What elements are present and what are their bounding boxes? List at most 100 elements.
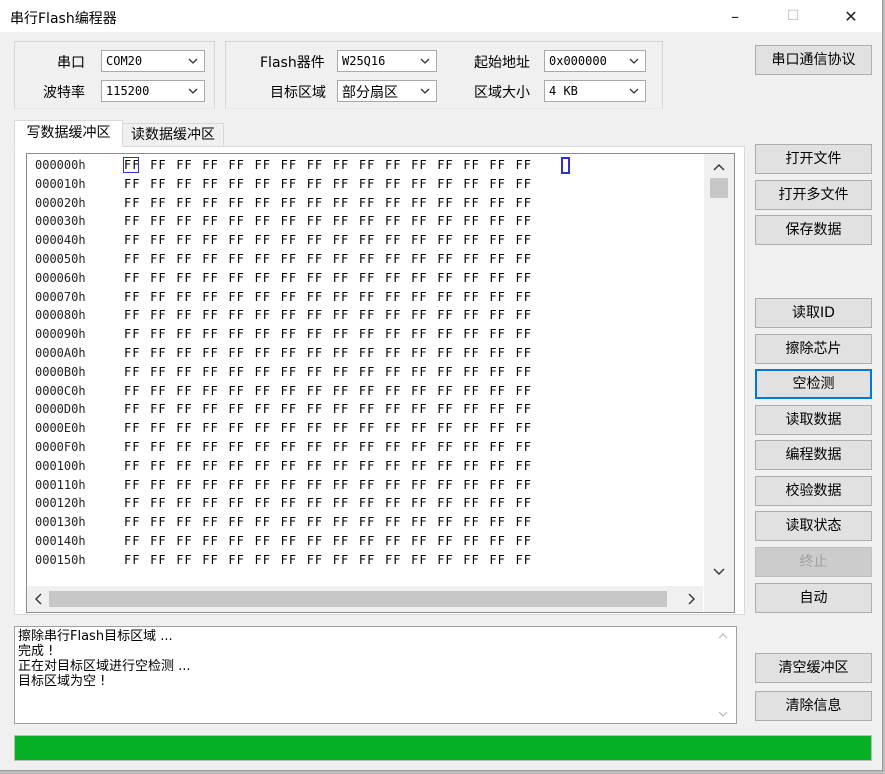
hex-byte[interactable]: FF xyxy=(437,233,453,247)
hex-byte[interactable]: FF xyxy=(359,402,375,416)
hex-byte[interactable]: FF xyxy=(333,496,349,510)
hex-byte[interactable]: FF xyxy=(516,459,532,473)
hex-editor[interactable]: 000000h FF FF FF FF FF FF FF FF FF FF FF FF FF FF FF FF 0… xyxy=(26,153,735,613)
hex-byte[interactable]: FF xyxy=(385,177,401,191)
hex-byte[interactable]: FF xyxy=(333,196,349,210)
hex-byte[interactable]: FF xyxy=(437,515,453,529)
hex-byte[interactable]: FF xyxy=(124,515,140,529)
hex-byte[interactable]: FF xyxy=(516,384,532,398)
hex-byte[interactable]: FF xyxy=(202,459,218,473)
hex-byte[interactable]: FF xyxy=(437,421,453,435)
read-data-button[interactable]: 读取数据 xyxy=(755,405,872,435)
hex-byte[interactable]: FF xyxy=(437,327,453,341)
hex-byte[interactable]: FF xyxy=(228,290,244,304)
hex-byte[interactable]: FF xyxy=(385,534,401,548)
hex-byte[interactable]: FF xyxy=(176,233,192,247)
hex-byte[interactable]: FF xyxy=(489,214,505,228)
hex-byte[interactable]: FF xyxy=(411,271,427,285)
hex-byte[interactable]: FF xyxy=(516,290,532,304)
hex-byte[interactable]: FF xyxy=(437,496,453,510)
hex-byte[interactable]: FF xyxy=(489,196,505,210)
hex-byte[interactable]: FF xyxy=(463,478,479,492)
hex-byte[interactable]: FF xyxy=(437,158,453,172)
chevron-left-icon[interactable] xyxy=(33,593,43,605)
hex-byte[interactable]: FF xyxy=(307,196,323,210)
hex-byte[interactable]: FF xyxy=(463,402,479,416)
hex-byte[interactable]: FF xyxy=(150,496,166,510)
hex-byte[interactable]: FF xyxy=(124,308,140,322)
hex-byte[interactable]: FF xyxy=(176,534,192,548)
hex-byte[interactable]: FF xyxy=(385,290,401,304)
hex-byte[interactable]: FF xyxy=(385,271,401,285)
hex-byte[interactable]: FF xyxy=(516,177,532,191)
hex-byte[interactable]: FF xyxy=(411,308,427,322)
hex-byte[interactable]: FF xyxy=(176,515,192,529)
hex-byte[interactable]: FF xyxy=(333,308,349,322)
horizontal-scroll-thumb[interactable] xyxy=(49,591,667,607)
hex-byte[interactable]: FF xyxy=(411,365,427,379)
hex-byte[interactable]: FF xyxy=(359,158,375,172)
hex-byte[interactable]: FF xyxy=(176,177,192,191)
hex-byte[interactable]: FF xyxy=(411,327,427,341)
hex-byte[interactable]: FF xyxy=(307,496,323,510)
open-file-button[interactable]: 打开文件 xyxy=(755,144,872,174)
hex-byte[interactable]: FF xyxy=(176,290,192,304)
maximize-button[interactable]: ☐ xyxy=(770,0,816,32)
close-button[interactable]: ✕ xyxy=(828,0,874,32)
chevron-down-icon[interactable] xyxy=(718,710,728,718)
hex-byte[interactable]: FF xyxy=(202,158,218,172)
hex-byte[interactable]: FF xyxy=(124,496,140,510)
hex-byte[interactable]: FF xyxy=(359,496,375,510)
hex-byte[interactable]: FF xyxy=(411,177,427,191)
hex-byte[interactable]: FF xyxy=(489,233,505,247)
hex-byte[interactable]: FF xyxy=(281,346,297,360)
hex-byte[interactable]: FF xyxy=(463,553,479,567)
hex-byte[interactable]: FF xyxy=(437,402,453,416)
hex-byte[interactable]: FF xyxy=(281,478,297,492)
hex-byte[interactable]: FF xyxy=(516,346,532,360)
hex-byte[interactable]: FF xyxy=(333,440,349,454)
hex-byte[interactable]: FF xyxy=(124,459,140,473)
tab-write-buffer[interactable]: 写数据缓冲区 xyxy=(14,120,123,147)
hex-byte[interactable]: FF xyxy=(124,365,140,379)
hex-byte[interactable]: FF xyxy=(228,214,244,228)
hex-byte[interactable]: FF xyxy=(437,252,453,266)
hex-byte[interactable]: FF xyxy=(437,365,453,379)
hex-byte[interactable]: FF xyxy=(255,421,271,435)
stop-button[interactable]: 终止 xyxy=(755,547,872,577)
hex-byte[interactable]: FF xyxy=(437,308,453,322)
hex-byte[interactable]: FF xyxy=(489,271,505,285)
hex-byte[interactable]: FF xyxy=(463,290,479,304)
hex-byte[interactable]: FF xyxy=(411,252,427,266)
hex-byte[interactable]: FF xyxy=(307,290,323,304)
hex-byte[interactable]: FF xyxy=(150,534,166,548)
hex-byte[interactable]: FF xyxy=(281,515,297,529)
hex-byte[interactable]: FF xyxy=(516,515,532,529)
hex-byte[interactable]: FF xyxy=(307,384,323,398)
hex-byte[interactable]: FF xyxy=(385,365,401,379)
hex-byte[interactable]: FF xyxy=(281,384,297,398)
hex-byte[interactable]: FF xyxy=(307,553,323,567)
hex-byte[interactable]: FF xyxy=(489,421,505,435)
hex-byte[interactable]: FF xyxy=(228,308,244,322)
hex-byte[interactable]: FF xyxy=(255,214,271,228)
read-status-button[interactable]: 读取状态 xyxy=(755,511,872,541)
hex-byte[interactable]: FF xyxy=(463,440,479,454)
hex-byte[interactable]: FF xyxy=(489,440,505,454)
hex-byte[interactable]: FF xyxy=(516,327,532,341)
hex-byte[interactable]: FF xyxy=(307,214,323,228)
hex-byte[interactable]: FF xyxy=(411,421,427,435)
hex-byte[interactable]: FF xyxy=(359,365,375,379)
hex-byte[interactable]: FF xyxy=(385,327,401,341)
hex-byte[interactable]: FF xyxy=(176,271,192,285)
hex-byte[interactable]: FF xyxy=(411,534,427,548)
hex-byte[interactable]: FF xyxy=(463,271,479,285)
hex-byte[interactable]: FF xyxy=(333,365,349,379)
hex-byte[interactable]: FF xyxy=(255,308,271,322)
hex-byte[interactable]: FF xyxy=(202,365,218,379)
hex-byte[interactable]: FF xyxy=(359,252,375,266)
program-data-button[interactable]: 编程数据 xyxy=(755,440,872,470)
hex-byte[interactable]: FF xyxy=(124,196,140,210)
hex-byte[interactable]: FF xyxy=(202,233,218,247)
hex-byte[interactable]: FF xyxy=(385,496,401,510)
